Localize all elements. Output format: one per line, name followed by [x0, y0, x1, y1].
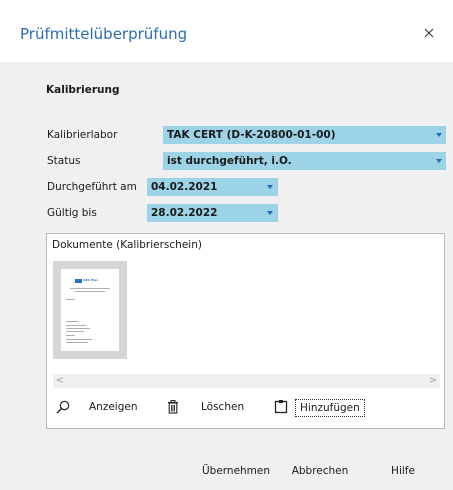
gueltig-bis-datepicker[interactable]: 28.02.2022 — [147, 204, 278, 222]
gueltig-bis-label: Gültig bis — [47, 207, 97, 219]
doc-line — [66, 339, 92, 340]
doc-line — [66, 299, 75, 300]
chevron-down-icon — [436, 133, 442, 137]
document-logo-text: AZK Plus — [83, 278, 99, 282]
doc-line — [66, 328, 90, 329]
kalibrierlabor-label: Kalibrierlabor — [47, 129, 118, 141]
doc-line — [66, 342, 88, 343]
cancel-button[interactable]: Abbrechen — [284, 461, 356, 481]
view-button-label: Anzeigen — [89, 401, 138, 413]
dialog-title: Prüfmittelüberprüfung — [20, 25, 188, 43]
kalibrierlabor-dropdown[interactable]: TAK CERT (D-K-20800-01-00) — [163, 126, 446, 144]
dialog-header: Prüfmittelüberprüfung — [0, 0, 453, 62]
gueltig-bis-value: 28.02.2022 — [151, 207, 218, 219]
doc-line — [66, 321, 78, 322]
view-button[interactable]: Anzeigen — [55, 397, 159, 417]
durchgefuehrt-am-value: 04.02.2021 — [151, 181, 218, 193]
doc-line — [75, 291, 105, 292]
section-title: Kalibrierung — [46, 84, 120, 96]
scroll-left-button[interactable]: < — [53, 374, 67, 388]
help-button[interactable]: Hilfe — [366, 461, 440, 481]
status-value: ist durchgeführt, i.O. — [167, 155, 292, 167]
close-button[interactable] — [420, 24, 438, 42]
doc-line — [66, 331, 84, 332]
delete-button-label: Löschen — [201, 401, 245, 413]
chevron-down-icon — [267, 211, 273, 215]
document-page-preview: AZK Plus — [61, 269, 119, 351]
trash-icon — [165, 399, 181, 415]
scroll-right-button[interactable]: > — [426, 374, 440, 388]
horizontal-scrollbar[interactable]: < > — [53, 374, 440, 388]
durchgefuehrt-am-datepicker[interactable]: 04.02.2021 — [147, 178, 278, 196]
add-button[interactable]: Hinzufügen — [273, 397, 383, 417]
document-logo-icon — [75, 279, 82, 283]
search-icon — [55, 399, 71, 415]
kalibrierlabor-value: TAK CERT (D-K-20800-01-00) — [167, 129, 336, 141]
documents-title: Dokumente (Kalibrierschein) — [52, 239, 202, 251]
dialog-window: Prüfmittelüberprüfung Kalibrierung Kalib… — [0, 0, 453, 490]
chevron-down-icon — [267, 185, 273, 189]
add-document-icon — [273, 399, 289, 415]
doc-line — [70, 288, 110, 289]
status-label: Status — [47, 155, 81, 167]
doc-line — [66, 325, 86, 326]
documents-panel: Dokumente (Kalibrierschein) AZK Plus < > — [46, 233, 445, 429]
delete-button[interactable]: Löschen — [165, 397, 257, 417]
doc-line — [66, 335, 75, 336]
chevron-down-icon — [436, 159, 442, 163]
close-icon — [424, 28, 434, 38]
apply-button[interactable]: Übernehmen — [198, 461, 274, 481]
durchgefuehrt-am-label: Durchgeführt am — [47, 181, 137, 193]
document-thumbnail[interactable]: AZK Plus — [53, 261, 127, 359]
status-dropdown[interactable]: ist durchgeführt, i.O. — [163, 152, 446, 170]
add-button-label: Hinzufügen — [295, 399, 365, 417]
